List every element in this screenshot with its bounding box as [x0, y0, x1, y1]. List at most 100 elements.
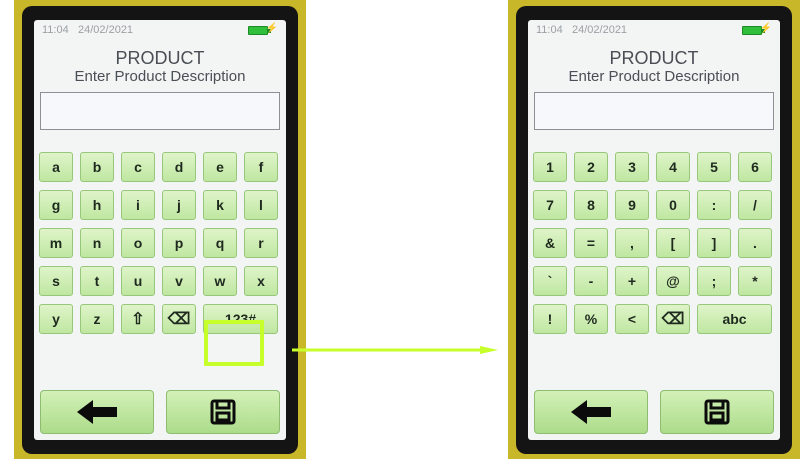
- page-subtitle: Enter Product Description: [568, 68, 740, 85]
- page-title: PRODUCT: [115, 48, 205, 68]
- backspace-key[interactable]: ⌫: [162, 304, 196, 334]
- photo-left: 11:04 24/02/2021 ⚡ PRODUCT Enter Product…: [14, 0, 306, 459]
- key-less-than[interactable]: <: [615, 304, 649, 334]
- key-7[interactable]: 7: [533, 190, 567, 220]
- arrow-left-icon: [571, 400, 611, 424]
- key-x[interactable]: x: [244, 266, 278, 296]
- backspace-key[interactable]: ⌫: [656, 304, 690, 334]
- key-4[interactable]: 4: [656, 152, 690, 182]
- key-1[interactable]: 1: [533, 152, 567, 182]
- key-plus[interactable]: +: [615, 266, 649, 296]
- screen-right: 11:04 24/02/2021 ⚡ PRODUCT Enter Product…: [528, 20, 780, 440]
- keyboard-row-4: ` - + @ ; *: [533, 266, 775, 296]
- screen-left: 11:04 24/02/2021 ⚡ PRODUCT Enter Product…: [34, 20, 286, 440]
- status-time: 11:04: [536, 24, 563, 36]
- key-o[interactable]: o: [121, 228, 155, 258]
- key-j[interactable]: j: [162, 190, 196, 220]
- save-button[interactable]: [660, 390, 774, 434]
- key-y[interactable]: y: [39, 304, 73, 334]
- key-e[interactable]: e: [203, 152, 237, 182]
- key-3[interactable]: 3: [615, 152, 649, 182]
- key-minus[interactable]: -: [574, 266, 608, 296]
- key-period[interactable]: .: [738, 228, 772, 258]
- keyboard-row-1: 1 2 3 4 5 6: [533, 152, 775, 182]
- key-u[interactable]: u: [121, 266, 155, 296]
- key-left-bracket[interactable]: [: [656, 228, 690, 258]
- key-5[interactable]: 5: [697, 152, 731, 182]
- key-at[interactable]: @: [656, 266, 690, 296]
- back-button[interactable]: [534, 390, 648, 434]
- key-ampersand[interactable]: &: [533, 228, 567, 258]
- key-d[interactable]: d: [162, 152, 196, 182]
- key-c[interactable]: c: [121, 152, 155, 182]
- key-equals[interactable]: =: [574, 228, 608, 258]
- key-l[interactable]: l: [244, 190, 278, 220]
- key-v[interactable]: v: [162, 266, 196, 296]
- key-backtick[interactable]: `: [533, 266, 567, 296]
- key-asterisk[interactable]: *: [738, 266, 772, 296]
- key-0[interactable]: 0: [656, 190, 690, 220]
- status-date: 24/02/2021: [78, 24, 134, 36]
- key-8[interactable]: 8: [574, 190, 608, 220]
- device-right: 11:04 24/02/2021 ⚡ PRODUCT Enter Product…: [516, 6, 792, 454]
- key-slash[interactable]: /: [738, 190, 772, 220]
- key-9[interactable]: 9: [615, 190, 649, 220]
- numeric-key-highlight: [204, 320, 264, 366]
- status-bar: 11:04 24/02/2021 ⚡: [536, 23, 772, 38]
- key-i[interactable]: i: [121, 190, 155, 220]
- transition-arrow-icon: [292, 346, 498, 354]
- keyboard: 1 2 3 4 5 6 7 8 9 0 : / & = , [] . ` - …: [533, 152, 775, 342]
- page-title: PRODUCT: [609, 48, 699, 68]
- keyboard-row-3: m n o p q r: [39, 228, 281, 258]
- shift-key[interactable]: ⇧: [121, 304, 155, 334]
- backspace-icon: ⌫: [661, 311, 685, 328]
- keyboard-row-5: ! % < ⌫ abc: [533, 304, 775, 334]
- floppy-disk-icon: [704, 399, 730, 425]
- key-k[interactable]: k: [203, 190, 237, 220]
- key-6[interactable]: 6: [738, 152, 772, 182]
- back-button[interactable]: [40, 390, 154, 434]
- key-exclamation[interactable]: !: [533, 304, 567, 334]
- charging-bolt-icon: ⚡: [759, 23, 772, 34]
- keyboard-row-2: g h i j k l: [39, 190, 281, 220]
- key-colon[interactable]: :: [697, 190, 731, 220]
- backspace-icon: ⌫: [167, 311, 191, 328]
- floppy-disk-icon: [210, 399, 236, 425]
- keyboard-row-2: 7 8 9 0 : /: [533, 190, 775, 220]
- charging-bolt-icon: ⚡: [265, 23, 278, 34]
- key-w[interactable]: w: [203, 266, 237, 296]
- key-right-bracket[interactable]: ]: [697, 228, 731, 258]
- page-subtitle: Enter Product Description: [74, 68, 246, 85]
- keyboard-row-1: a b c d e f: [39, 152, 281, 182]
- device-left: 11:04 24/02/2021 ⚡ PRODUCT Enter Product…: [22, 6, 298, 454]
- key-n[interactable]: n: [80, 228, 114, 258]
- key-b[interactable]: b: [80, 152, 114, 182]
- status-date: 24/02/2021: [572, 24, 628, 36]
- photo-right: 11:04 24/02/2021 ⚡ PRODUCT Enter Product…: [508, 0, 800, 459]
- alphabet-mode-key[interactable]: abc: [697, 304, 772, 334]
- key-p[interactable]: p: [162, 228, 196, 258]
- product-description-input[interactable]: [534, 92, 774, 130]
- key-h[interactable]: h: [80, 190, 114, 220]
- status-bar: 11:04 24/02/2021 ⚡: [42, 23, 278, 38]
- key-2[interactable]: 2: [574, 152, 608, 182]
- key-comma[interactable]: ,: [615, 228, 649, 258]
- key-s[interactable]: s: [39, 266, 73, 296]
- status-time: 11:04: [42, 24, 69, 36]
- key-a[interactable]: a: [39, 152, 73, 182]
- shift-icon: ⇧: [131, 311, 145, 328]
- key-m[interactable]: m: [39, 228, 73, 258]
- arrow-left-icon: [77, 400, 117, 424]
- keyboard-row-3: & = , [ ] .: [533, 228, 775, 258]
- key-z[interactable]: z: [80, 304, 114, 334]
- key-f[interactable]: f: [244, 152, 278, 182]
- key-semicolon[interactable]: ;: [697, 266, 731, 296]
- key-g[interactable]: g: [39, 190, 73, 220]
- save-button[interactable]: [166, 390, 280, 434]
- product-description-input[interactable]: [40, 92, 280, 130]
- key-percent[interactable]: %: [574, 304, 608, 334]
- key-t[interactable]: t: [80, 266, 114, 296]
- keyboard: a b c d e f g h i j k l m n o p q r s t …: [39, 152, 281, 342]
- key-r[interactable]: r: [244, 228, 278, 258]
- key-q[interactable]: q: [203, 228, 237, 258]
